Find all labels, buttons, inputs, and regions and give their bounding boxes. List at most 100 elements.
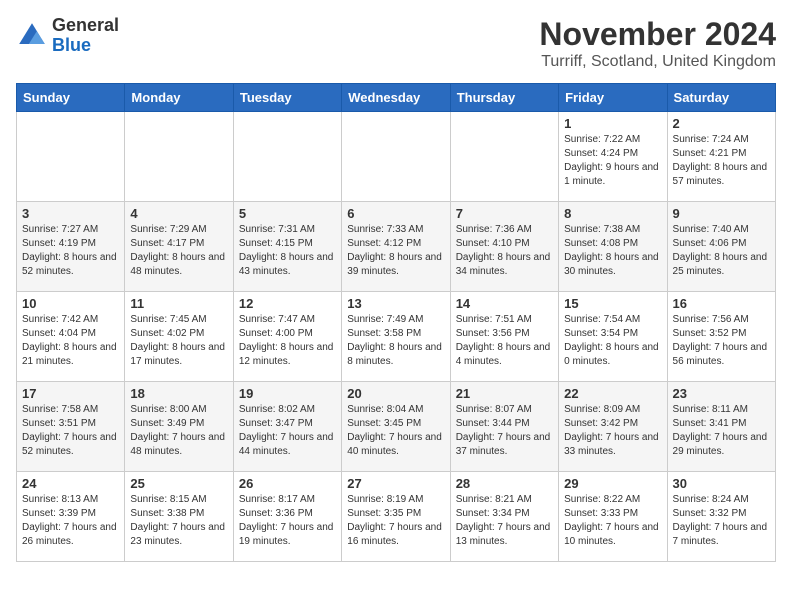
day-number: 1 bbox=[564, 116, 661, 131]
calendar-cell: 29 Sunrise: 8:22 AMSunset: 3:33 PMDayligh… bbox=[559, 472, 667, 562]
weekday-header-cell: Saturday bbox=[667, 84, 775, 112]
day-info: Sunrise: 8:22 AMSunset: 3:33 PMDaylight:… bbox=[564, 493, 661, 549]
calendar-cell bbox=[342, 112, 450, 202]
calendar-cell: 11 Sunrise: 7:45 AMSunset: 4:02 PMDayligh… bbox=[125, 292, 233, 382]
day-number: 17 bbox=[22, 386, 119, 401]
day-info: Sunrise: 7:42 AMSunset: 4:04 PMDaylight:… bbox=[22, 313, 119, 369]
day-number: 11 bbox=[130, 296, 227, 311]
logo-icon bbox=[16, 20, 48, 52]
day-number: 23 bbox=[673, 386, 770, 401]
day-info: Sunrise: 7:47 AMSunset: 4:00 PMDaylight:… bbox=[239, 313, 336, 369]
calendar-cell: 10 Sunrise: 7:42 AMSunset: 4:04 PMDayligh… bbox=[17, 292, 125, 382]
calendar-cell bbox=[233, 112, 341, 202]
calendar-cell: 16Sunrise: 7:56 AMSunset: 3:52 PMDayligh… bbox=[667, 292, 775, 382]
calendar-cell: 2 Sunrise: 7:24 AMSunset: 4:21 PMDaylight… bbox=[667, 112, 775, 202]
calendar-cell bbox=[17, 112, 125, 202]
page-header: General Blue November 2024 Turriff, Scot… bbox=[16, 16, 776, 71]
day-info: Sunrise: 7:22 AMSunset: 4:24 PMDaylight:… bbox=[564, 133, 661, 189]
day-number: 19 bbox=[239, 386, 336, 401]
calendar-cell: 18 Sunrise: 8:00 AMSunset: 3:49 PMDayligh… bbox=[125, 382, 233, 472]
day-number: 8 bbox=[564, 206, 661, 221]
day-number: 10 bbox=[22, 296, 119, 311]
calendar-cell: 3 Sunrise: 7:27 AMSunset: 4:19 PMDaylight… bbox=[17, 202, 125, 292]
day-info: Sunrise: 8:11 AMSunset: 3:41 PMDaylight:… bbox=[673, 403, 770, 459]
day-info: Sunrise: 7:31 AMSunset: 4:15 PMDaylight:… bbox=[239, 223, 336, 279]
logo: General Blue bbox=[16, 16, 119, 56]
day-info: Sunrise: 7:36 AMSunset: 4:10 PMDaylight:… bbox=[456, 223, 553, 279]
day-info: Sunrise: 7:51 AMSunset: 3:56 PMDaylight:… bbox=[456, 313, 553, 369]
weekday-header-cell: Tuesday bbox=[233, 84, 341, 112]
day-number: 3 bbox=[22, 206, 119, 221]
day-info: Sunrise: 8:13 AMSunset: 3:39 PMDaylight:… bbox=[22, 493, 119, 549]
day-number: 22 bbox=[564, 386, 661, 401]
day-info: Sunrise: 8:17 AMSunset: 3:36 PMDaylight:… bbox=[239, 493, 336, 549]
calendar-cell: 8 Sunrise: 7:38 AMSunset: 4:08 PMDaylight… bbox=[559, 202, 667, 292]
day-info: Sunrise: 8:07 AMSunset: 3:44 PMDaylight:… bbox=[456, 403, 553, 459]
day-number: 18 bbox=[130, 386, 227, 401]
day-info: Sunrise: 8:24 AMSunset: 3:32 PMDaylight:… bbox=[673, 493, 770, 549]
day-number: 12 bbox=[239, 296, 336, 311]
day-info: Sunrise: 7:27 AMSunset: 4:19 PMDaylight:… bbox=[22, 223, 119, 279]
calendar-week-row: 24 Sunrise: 8:13 AMSunset: 3:39 PMDayligh… bbox=[17, 472, 776, 562]
day-number: 26 bbox=[239, 476, 336, 491]
calendar-week-row: 17 Sunrise: 7:58 AMSunset: 3:51 PMDayligh… bbox=[17, 382, 776, 472]
month-title: November 2024 bbox=[539, 16, 776, 53]
day-info: Sunrise: 7:58 AMSunset: 3:51 PMDaylight:… bbox=[22, 403, 119, 459]
calendar-cell: 7 Sunrise: 7:36 AMSunset: 4:10 PMDaylight… bbox=[450, 202, 558, 292]
day-info: Sunrise: 7:33 AMSunset: 4:12 PMDaylight:… bbox=[347, 223, 444, 279]
day-number: 28 bbox=[456, 476, 553, 491]
day-info: Sunrise: 7:45 AMSunset: 4:02 PMDaylight:… bbox=[130, 313, 227, 369]
day-info: Sunrise: 8:19 AMSunset: 3:35 PMDaylight:… bbox=[347, 493, 444, 549]
calendar-week-row: 1 Sunrise: 7:22 AMSunset: 4:24 PMDaylight… bbox=[17, 112, 776, 202]
calendar-cell: 12 Sunrise: 7:47 AMSunset: 4:00 PMDayligh… bbox=[233, 292, 341, 382]
logo-general: General bbox=[52, 16, 119, 36]
weekday-header-cell: Monday bbox=[125, 84, 233, 112]
calendar-cell: 13 Sunrise: 7:49 AMSunset: 3:58 PMDayligh… bbox=[342, 292, 450, 382]
day-info: Sunrise: 7:49 AMSunset: 3:58 PMDaylight:… bbox=[347, 313, 444, 369]
day-number: 24 bbox=[22, 476, 119, 491]
weekday-header-cell: Friday bbox=[559, 84, 667, 112]
day-info: Sunrise: 8:09 AMSunset: 3:42 PMDaylight:… bbox=[564, 403, 661, 459]
calendar-cell: 22 Sunrise: 8:09 AMSunset: 3:42 PMDayligh… bbox=[559, 382, 667, 472]
day-number: 29 bbox=[564, 476, 661, 491]
day-info: Sunrise: 8:21 AMSunset: 3:34 PMDaylight:… bbox=[456, 493, 553, 549]
calendar-cell: 14Sunrise: 7:51 AMSunset: 3:56 PMDayligh… bbox=[450, 292, 558, 382]
calendar-cell: 4Sunrise: 7:29 AMSunset: 4:17 PMDaylight… bbox=[125, 202, 233, 292]
calendar-cell: 23 Sunrise: 8:11 AMSunset: 3:41 PMDayligh… bbox=[667, 382, 775, 472]
calendar-cell: 27 Sunrise: 8:19 AMSunset: 3:35 PMDayligh… bbox=[342, 472, 450, 562]
calendar-cell: 19Sunrise: 8:02 AMSunset: 3:47 PMDayligh… bbox=[233, 382, 341, 472]
day-number: 7 bbox=[456, 206, 553, 221]
calendar-cell: 6 Sunrise: 7:33 AMSunset: 4:12 PMDaylight… bbox=[342, 202, 450, 292]
day-number: 6 bbox=[347, 206, 444, 221]
calendar-cell: 25Sunrise: 8:15 AMSunset: 3:38 PMDayligh… bbox=[125, 472, 233, 562]
calendar-cell: 21 Sunrise: 8:07 AMSunset: 3:44 PMDayligh… bbox=[450, 382, 558, 472]
day-info: Sunrise: 8:15 AMSunset: 3:38 PMDaylight:… bbox=[130, 493, 227, 549]
day-number: 16 bbox=[673, 296, 770, 311]
day-number: 21 bbox=[456, 386, 553, 401]
day-number: 27 bbox=[347, 476, 444, 491]
day-info: Sunrise: 7:40 AMSunset: 4:06 PMDaylight:… bbox=[673, 223, 770, 279]
day-number: 15 bbox=[564, 296, 661, 311]
calendar-cell: 24 Sunrise: 8:13 AMSunset: 3:39 PMDayligh… bbox=[17, 472, 125, 562]
weekday-header-cell: Sunday bbox=[17, 84, 125, 112]
calendar-week-row: 10 Sunrise: 7:42 AMSunset: 4:04 PMDayligh… bbox=[17, 292, 776, 382]
day-number: 9 bbox=[673, 206, 770, 221]
day-number: 4 bbox=[130, 206, 227, 221]
calendar-cell: 17 Sunrise: 7:58 AMSunset: 3:51 PMDayligh… bbox=[17, 382, 125, 472]
location-title: Turriff, Scotland, United Kingdom bbox=[539, 53, 776, 71]
title-block: November 2024 Turriff, Scotland, United … bbox=[539, 16, 776, 71]
day-number: 13 bbox=[347, 296, 444, 311]
calendar-cell: 20 Sunrise: 8:04 AMSunset: 3:45 PMDayligh… bbox=[342, 382, 450, 472]
day-number: 20 bbox=[347, 386, 444, 401]
calendar-cell: 15Sunrise: 7:54 AMSunset: 3:54 PMDayligh… bbox=[559, 292, 667, 382]
day-number: 5 bbox=[239, 206, 336, 221]
day-info: Sunrise: 8:00 AMSunset: 3:49 PMDaylight:… bbox=[130, 403, 227, 459]
weekday-header-cell: Thursday bbox=[450, 84, 558, 112]
day-info: Sunrise: 8:04 AMSunset: 3:45 PMDaylight:… bbox=[347, 403, 444, 459]
calendar-cell: 28 Sunrise: 8:21 AMSunset: 3:34 PMDayligh… bbox=[450, 472, 558, 562]
calendar-table: SundayMondayTuesdayWednesdayThursdayFrid… bbox=[16, 83, 776, 562]
day-info: Sunrise: 7:38 AMSunset: 4:08 PMDaylight:… bbox=[564, 223, 661, 279]
day-number: 2 bbox=[673, 116, 770, 131]
weekday-header-cell: Wednesday bbox=[342, 84, 450, 112]
day-info: Sunrise: 7:24 AMSunset: 4:21 PMDaylight:… bbox=[673, 133, 770, 189]
